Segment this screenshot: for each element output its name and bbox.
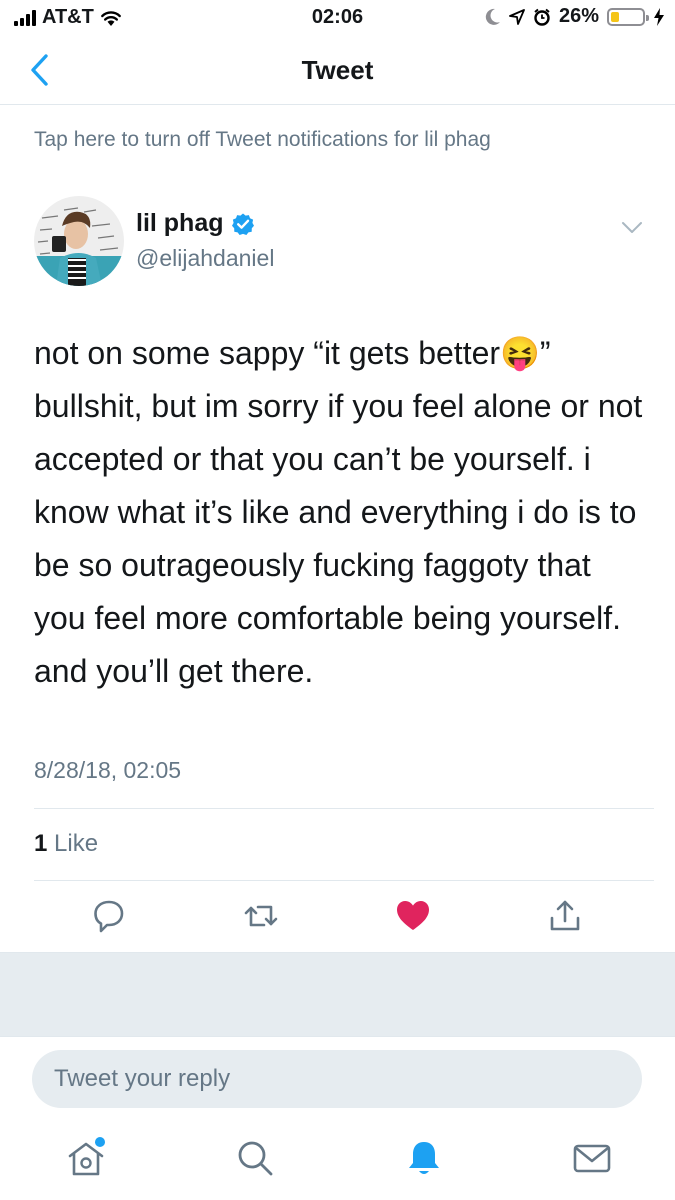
author-name-label: lil phag bbox=[136, 209, 224, 237]
author-name[interactable]: lil phag bbox=[136, 209, 255, 238]
alarm-icon bbox=[534, 8, 550, 26]
tweet-timestamp: 8/28/18, 02:05 bbox=[34, 757, 182, 783]
charging-bolt-icon bbox=[654, 7, 664, 26]
home-icon[interactable] bbox=[64, 1136, 108, 1180]
tweet-text: not on some sappy “it gets better😝” bull… bbox=[34, 335, 643, 689]
replies-area bbox=[0, 952, 675, 1037]
chevron-down-icon[interactable] bbox=[621, 221, 643, 235]
moon-icon bbox=[485, 8, 500, 25]
author-handle[interactable]: @elijahdaniel bbox=[136, 245, 274, 272]
location-icon bbox=[509, 8, 525, 25]
divider bbox=[34, 880, 654, 881]
battery-icon bbox=[607, 7, 649, 26]
tweet-action-bar bbox=[0, 896, 675, 940]
like-icon[interactable] bbox=[395, 896, 431, 936]
divider bbox=[34, 808, 654, 809]
like-count-label: Like bbox=[54, 830, 99, 857]
reply-input[interactable] bbox=[32, 1050, 642, 1108]
messages-icon[interactable] bbox=[570, 1136, 614, 1180]
notification-toggle-banner[interactable]: Tap here to turn off Tweet notifications… bbox=[34, 128, 491, 152]
verified-badge-icon bbox=[231, 213, 254, 235]
retweet-icon[interactable] bbox=[243, 896, 279, 936]
notifications-icon[interactable] bbox=[402, 1136, 446, 1180]
like-count: 1 bbox=[34, 830, 48, 857]
search-icon[interactable] bbox=[233, 1136, 277, 1180]
like-count-row[interactable]: 1 Like bbox=[34, 830, 98, 858]
reply-composer bbox=[0, 1036, 675, 1125]
avatar[interactable] bbox=[34, 196, 124, 286]
reply-icon[interactable] bbox=[91, 896, 127, 936]
share-icon[interactable] bbox=[547, 896, 583, 936]
tab-bar bbox=[0, 1124, 675, 1200]
navigation-bar: Tweet bbox=[0, 36, 675, 105]
battery-percent: 26% bbox=[558, 5, 599, 27]
page-title: Tweet bbox=[301, 55, 374, 85]
status-bar: AT&T 02:06 26% bbox=[0, 0, 675, 36]
